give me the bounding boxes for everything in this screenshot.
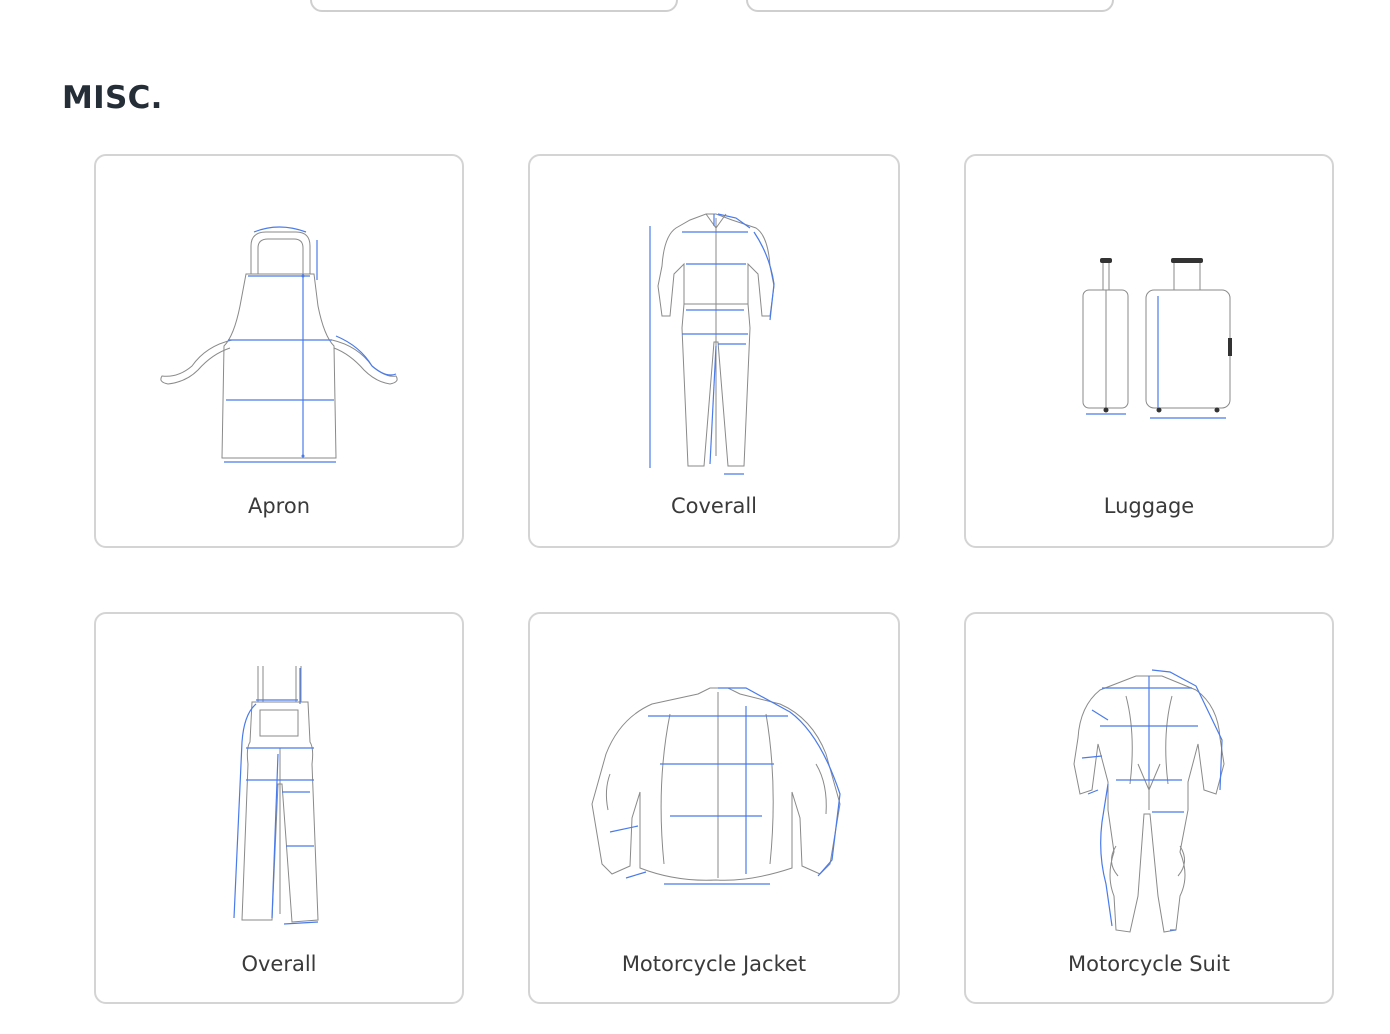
item-card-luggage[interactable]: Luggage — [964, 154, 1334, 548]
item-label: Motorcycle Suit — [1068, 952, 1230, 976]
item-card-motorcycle-suit[interactable]: Motorcycle Suit — [964, 612, 1334, 1004]
previous-section-card[interactable] — [310, 0, 678, 12]
section-title: MISC. — [62, 80, 163, 116]
previous-section-card[interactable] — [746, 0, 1114, 12]
overall-icon — [233, 666, 319, 925]
item-card-overall[interactable]: Overall — [94, 612, 464, 1004]
item-card-motorcycle-jacket[interactable]: Motorcycle Jacket — [528, 612, 900, 1004]
page: MISC. Apron Coverall Luggage Overall Mot… — [0, 0, 1390, 1034]
item-card-coverall[interactable]: Coverall — [528, 154, 900, 548]
luggage-icon — [1082, 258, 1232, 419]
item-label: Luggage — [1103, 494, 1195, 518]
motorcycle-jacket-icon — [591, 687, 841, 885]
item-label: Motorcycle Jacket — [621, 952, 807, 976]
coverall-icon — [649, 213, 775, 475]
apron-icon — [160, 226, 398, 463]
item-card-apron[interactable]: Apron — [94, 154, 464, 548]
item-label: Coverall — [670, 494, 758, 518]
motorcycle-suit-icon — [1073, 669, 1225, 933]
item-label: Apron — [247, 494, 311, 518]
item-label: Overall — [241, 952, 317, 976]
